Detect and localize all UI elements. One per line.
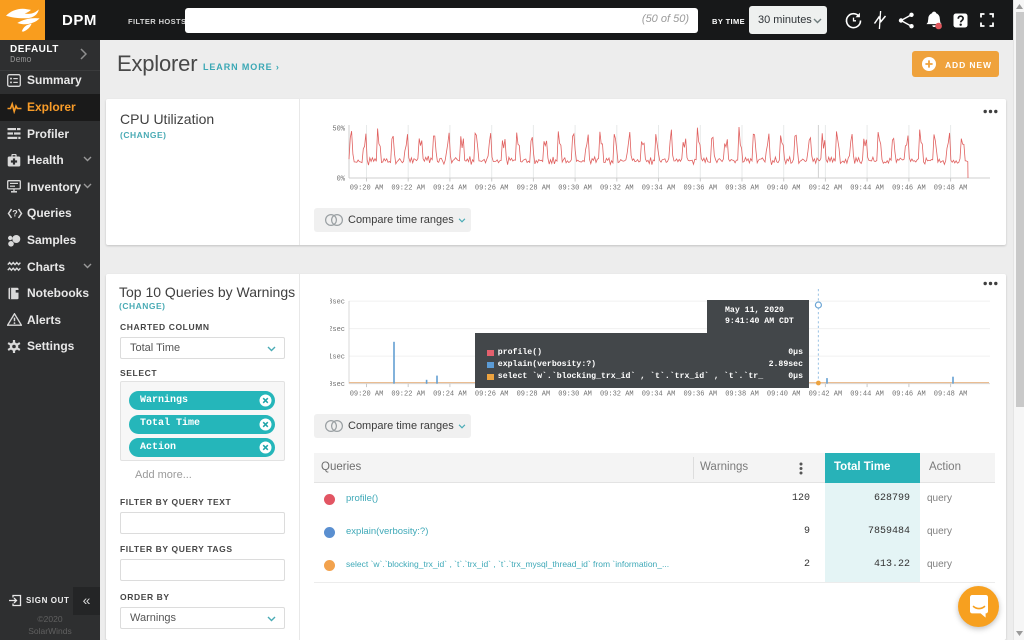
svg-text:09:36 AM: 09:36 AM <box>683 185 717 193</box>
svg-text:09:46 AM: 09:46 AM <box>892 185 926 193</box>
svg-text:09:24 AM: 09:24 AM <box>433 391 467 399</box>
svg-text:09:32 AM: 09:32 AM <box>600 391 634 399</box>
svg-text:09:22 AM: 09:22 AM <box>391 391 425 399</box>
svg-text:09:38 AM: 09:38 AM <box>725 391 759 399</box>
svg-text:09:26 AM: 09:26 AM <box>475 391 509 399</box>
svg-text:09:44 AM: 09:44 AM <box>850 185 884 193</box>
svg-text:09:36 AM: 09:36 AM <box>683 391 717 399</box>
svg-text:09:44 AM: 09:44 AM <box>850 391 884 399</box>
svg-text:2sec: 2sec <box>330 326 345 334</box>
svg-text:09:28 AM: 09:28 AM <box>517 185 551 193</box>
svg-text:09:20 AM: 09:20 AM <box>350 391 384 399</box>
svg-text:3sec: 3sec <box>330 299 345 307</box>
svg-text:09:48 AM: 09:48 AM <box>934 185 968 193</box>
svg-text:09:28 AM: 09:28 AM <box>517 391 551 399</box>
svg-text:09:30 AM: 09:30 AM <box>558 185 592 193</box>
svg-text:09:22 AM: 09:22 AM <box>391 185 425 193</box>
svg-text:1sec: 1sec <box>330 354 345 362</box>
svg-text:09:34 AM: 09:34 AM <box>642 391 676 399</box>
svg-text:09:48 AM: 09:48 AM <box>934 391 968 399</box>
svg-text:09:46 AM: 09:46 AM <box>892 391 926 399</box>
svg-text:09:32 AM: 09:32 AM <box>600 185 634 193</box>
svg-text:09:42 AM: 09:42 AM <box>809 391 843 399</box>
svg-text:09:30 AM: 09:30 AM <box>558 391 592 399</box>
svg-text:?: ? <box>12 208 18 218</box>
svg-text:0sec: 0sec <box>330 381 345 389</box>
svg-text:09:24 AM: 09:24 AM <box>433 185 467 193</box>
svg-text:09:20 AM: 09:20 AM <box>350 185 384 193</box>
svg-text:09:40 AM: 09:40 AM <box>767 391 801 399</box>
svg-text:50%: 50% <box>332 126 345 134</box>
svg-text:0%: 0% <box>337 176 346 184</box>
svg-text:09:40 AM: 09:40 AM <box>767 185 801 193</box>
svg-text:09:42 AM: 09:42 AM <box>809 185 843 193</box>
svg-text:09:34 AM: 09:34 AM <box>642 185 676 193</box>
svg-text:09:38 AM: 09:38 AM <box>725 185 759 193</box>
svg-text:09:26 AM: 09:26 AM <box>475 185 509 193</box>
